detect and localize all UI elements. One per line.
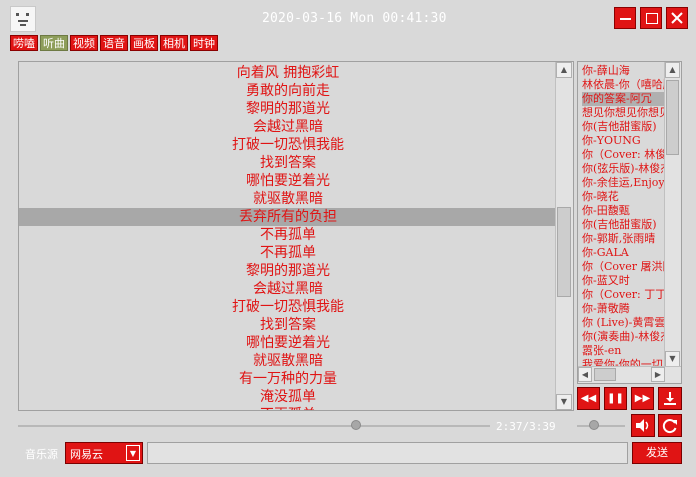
playlist-scroll-thumb[interactable] bbox=[666, 80, 679, 155]
lyric-line: 黎明的那道光 bbox=[246, 263, 330, 279]
maximize-icon bbox=[646, 13, 658, 24]
lyric-line: 哪怕要逆着光 bbox=[246, 173, 330, 189]
lyric-line: 就驱散黑暗 bbox=[253, 191, 323, 207]
lyrics-list: 向着风 拥抱彩虹 勇敢的向前走 黎明的那道光 会越过黑暗 打破一切恐惧我能 找到答案 哪怕要… bbox=[19, 64, 557, 410]
playlist-hscrollbar[interactable]: ◀ ▶ bbox=[578, 366, 681, 383]
playlist-item[interactable]: 你的答案-阿冗 bbox=[582, 92, 666, 106]
playlist-item[interactable]: 你（Cover: 林俊杰） bbox=[582, 148, 666, 162]
tab-item[interactable]: 视频 bbox=[70, 35, 98, 51]
minimize-button[interactable] bbox=[614, 7, 636, 29]
lyric-line: 打破一切恐惧我能 bbox=[232, 299, 344, 315]
tab-item[interactable]: 听曲 bbox=[40, 35, 68, 51]
tab-item[interactable]: 画板 bbox=[130, 35, 158, 51]
send-button[interactable]: 发送 bbox=[632, 442, 682, 464]
playlist-item[interactable]: 嚣张-en bbox=[582, 344, 666, 358]
playlist-item[interactable]: 你-田馥甄 bbox=[582, 204, 666, 218]
lyric-line: 不再孤单 bbox=[260, 227, 316, 243]
scroll-left-icon[interactable]: ◀ bbox=[578, 367, 592, 382]
scroll-down-icon[interactable]: ▼ bbox=[556, 394, 572, 410]
tab-item[interactable]: 唠嗑 bbox=[10, 35, 38, 51]
volume-icon bbox=[636, 419, 649, 432]
refresh-icon bbox=[662, 419, 677, 434]
playback-time: 2:37/3:39 bbox=[496, 420, 556, 433]
playlist-item[interactable]: 你(吉他甜蜜版) bbox=[582, 218, 666, 232]
app-logo-icon bbox=[10, 6, 36, 32]
playlist-item[interactable]: 你（Cover: 丁丁） bbox=[582, 288, 666, 302]
close-icon bbox=[671, 12, 683, 24]
playlist-item[interactable]: 你-郭斯,张雨晴 bbox=[582, 232, 666, 246]
lyric-line: 淹没孤单 bbox=[260, 389, 316, 405]
lyric-line: 不再孤单 bbox=[19, 406, 557, 410]
progress-slider-handle[interactable] bbox=[351, 420, 362, 430]
playlist-item[interactable]: 林依晨-你（嘻哈版） bbox=[582, 78, 666, 92]
lyrics-scroll-thumb[interactable] bbox=[557, 207, 571, 297]
playlist-item[interactable]: 你-薛山海 bbox=[582, 64, 666, 78]
playlist-item[interactable]: 想见你想见你想见你 bbox=[582, 106, 666, 120]
datetime-display: 2020-03-16 Mon 00:41:30 bbox=[262, 11, 447, 26]
lyric-line: 就驱散黑暗 bbox=[253, 353, 323, 369]
message-input[interactable] bbox=[147, 442, 628, 464]
volume-slider-track[interactable] bbox=[577, 425, 625, 427]
chevron-down-icon[interactable]: ▼ bbox=[126, 445, 140, 461]
prev-icon: ◀◀ bbox=[580, 393, 597, 404]
playlist-item[interactable]: 你(吉他甜蜜版) bbox=[582, 120, 666, 134]
playlist-panel[interactable]: 你-薛山海林依晨-你（嘻哈版）你的答案-阿冗想见你想见你想见你你(吉他甜蜜版)你… bbox=[577, 61, 682, 384]
pause-button[interactable]: ❚❚ bbox=[604, 387, 627, 410]
current-lyric-line: 丢弃所有的负担 bbox=[19, 208, 557, 226]
playlist-item[interactable]: 你-YOUNG bbox=[582, 134, 666, 148]
scroll-right-icon[interactable]: ▶ bbox=[651, 367, 665, 382]
playlist-item[interactable]: 你-晓花 bbox=[582, 190, 666, 204]
music-source-value: 网易云 bbox=[70, 448, 103, 461]
music-source-label: 音乐源 bbox=[25, 448, 58, 461]
playlist-item[interactable]: 你-蓝又时 bbox=[582, 274, 666, 288]
maximize-button[interactable] bbox=[640, 7, 662, 29]
volume-button[interactable] bbox=[631, 414, 655, 437]
nav-tabs: 唠嗑 听曲 视频 语音 画板 相机 时钟 bbox=[10, 35, 218, 51]
lyrics-panel[interactable]: 向着风 拥抱彩虹 勇敢的向前走 黎明的那道光 会越过黑暗 打破一切恐惧我能 找到答案 哪怕要… bbox=[18, 61, 574, 411]
lyric-line: 黎明的那道光 bbox=[246, 101, 330, 117]
lyric-line: 哪怕要逆着光 bbox=[246, 335, 330, 351]
lyric-line: 有一万种的力量 bbox=[239, 371, 337, 387]
lyric-line: 找到答案 bbox=[260, 317, 316, 333]
playlist-item[interactable]: 你-余佳运,Enjoy bbox=[582, 176, 666, 190]
lyrics-scrollbar[interactable]: ▲ ▼ bbox=[555, 62, 573, 410]
playlist-scrollbar[interactable]: ▲ ▼ bbox=[664, 62, 681, 367]
playlist-item[interactable]: 你 (Live)-黄霄雲 bbox=[582, 316, 666, 330]
playlist-item[interactable]: 你(演奏曲)-林俊杰 bbox=[582, 330, 666, 344]
playlist-item[interactable]: 你（Cover 屠洪刚） bbox=[582, 260, 666, 274]
download-icon bbox=[664, 392, 676, 405]
playlist-hscroll-thumb[interactable] bbox=[594, 368, 616, 381]
tab-item[interactable]: 时钟 bbox=[190, 35, 218, 51]
volume-slider-handle[interactable] bbox=[588, 420, 599, 430]
lyric-line: 向着风 拥抱彩虹 bbox=[236, 65, 340, 81]
lyric-line: 会越过黑暗 bbox=[253, 281, 323, 297]
next-button[interactable]: ▶▶ bbox=[631, 387, 654, 410]
playlist-item[interactable]: 你-GALA bbox=[582, 246, 666, 260]
scroll-up-icon[interactable]: ▲ bbox=[665, 62, 680, 78]
scroll-down-icon[interactable]: ▼ bbox=[665, 351, 680, 367]
lyric-line: 打破一切恐惧我能 bbox=[232, 137, 344, 153]
prev-button[interactable]: ◀◀ bbox=[577, 387, 600, 410]
tab-item[interactable]: 相机 bbox=[160, 35, 188, 51]
lyric-line: 不再孤单 bbox=[260, 245, 316, 261]
lyric-line: 勇敢的向前走 bbox=[246, 83, 330, 99]
download-button[interactable] bbox=[658, 387, 682, 410]
playlist-list: 你-薛山海林依晨-你（嘻哈版）你的答案-阿冗想见你想见你想见你你(吉他甜蜜版)你… bbox=[582, 64, 666, 372]
lyric-line: 会越过黑暗 bbox=[253, 119, 323, 135]
music-source-select[interactable]: 网易云 ▼ bbox=[65, 442, 143, 464]
playlist-item[interactable]: 你(弦乐版)-林俊杰 bbox=[582, 162, 666, 176]
next-icon: ▶▶ bbox=[634, 393, 651, 404]
minimize-icon bbox=[620, 18, 631, 20]
close-button[interactable] bbox=[666, 7, 688, 29]
scroll-up-icon[interactable]: ▲ bbox=[556, 62, 572, 78]
tab-item[interactable]: 语音 bbox=[100, 35, 128, 51]
progress-slider-track[interactable] bbox=[18, 425, 490, 427]
pause-icon: ❚❚ bbox=[607, 393, 624, 404]
lyric-line: 找到答案 bbox=[260, 155, 316, 171]
refresh-button[interactable] bbox=[658, 414, 682, 437]
playlist-item[interactable]: 你-萧敬腾 bbox=[582, 302, 666, 316]
